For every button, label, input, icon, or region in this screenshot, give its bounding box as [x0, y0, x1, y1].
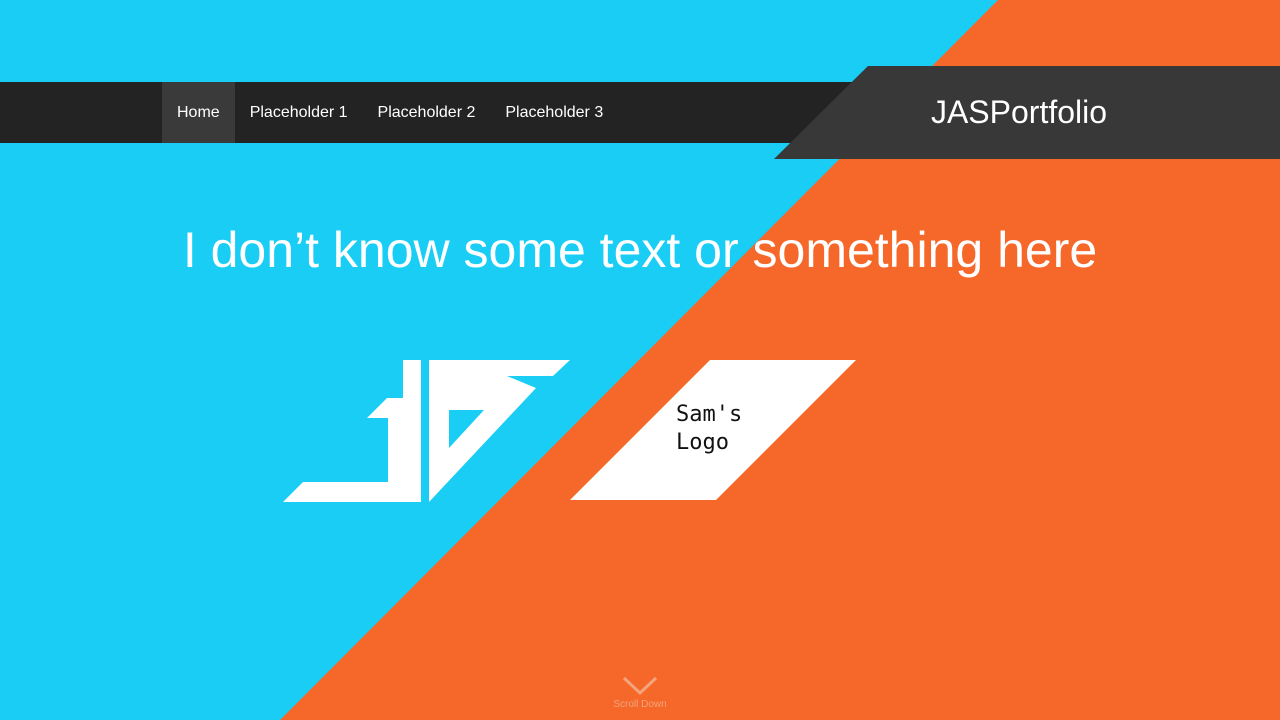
nav-item-home[interactable]: Home	[162, 82, 235, 143]
nav-item-placeholder-2[interactable]: Placeholder 2	[363, 82, 491, 143]
hero-heading: I don’t know some text or something here	[182, 222, 1098, 278]
scroll-down-label: Scroll Down	[613, 699, 667, 710]
chevron-down-icon	[622, 676, 658, 696]
scroll-down-button[interactable]: Scroll Down	[590, 676, 690, 710]
js-logo	[283, 360, 570, 502]
brand-title[interactable]: JASPortfolio	[868, 66, 1170, 159]
nav-menu: Home Placeholder 1 Placeholder 2 Placeho…	[162, 82, 618, 143]
nav-item-placeholder-1[interactable]: Placeholder 1	[235, 82, 363, 143]
nav-item-placeholder-3[interactable]: Placeholder 3	[490, 82, 618, 143]
sam-logo-label: Sam's Logo	[676, 402, 743, 455]
